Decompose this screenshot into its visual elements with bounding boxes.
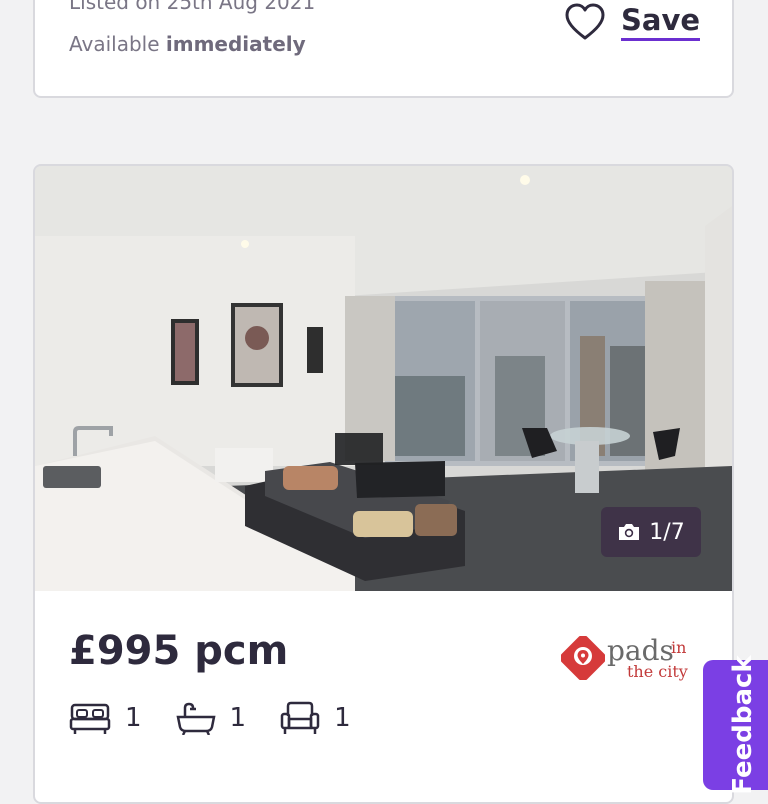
listing-photo[interactable]: 1/7 — [35, 166, 732, 591]
listing-card-previous[interactable]: Listed on 25th Aug 2021 Available immedi… — [33, 0, 734, 98]
availability-prefix: Available — [69, 32, 160, 56]
reception-count: 1 — [334, 703, 351, 733]
feedback-tab[interactable]: Feedback — [703, 655, 768, 795]
save-button[interactable]: Save — [563, 2, 701, 42]
logo-word-in: in — [671, 638, 687, 657]
bath-icon — [176, 702, 216, 735]
save-label: Save — [621, 4, 701, 41]
listing-card[interactable]: 1/7 £995 pcm pads in the city 1 1 1 — [33, 164, 734, 804]
feature-receptions: 1 — [280, 700, 351, 736]
map-pin-icon — [561, 636, 605, 680]
bed-icon — [69, 703, 111, 734]
listing-features: 1 1 1 — [69, 700, 385, 736]
photo-counter-text: 1/7 — [649, 519, 685, 545]
camera-icon — [619, 524, 640, 540]
bathroom-count: 1 — [229, 703, 247, 733]
bedroom-count: 1 — [125, 703, 142, 733]
feature-bedrooms: 1 — [69, 701, 142, 735]
feature-bathrooms: 1 — [176, 701, 247, 735]
availability-value: immediately — [165, 32, 306, 56]
armchair-icon — [280, 701, 320, 734]
heart-icon — [565, 3, 605, 40]
listed-date: Listed on 25th Aug 2021 — [69, 0, 316, 14]
feedback-label: Feedback — [728, 655, 758, 795]
availability: Available immediately — [69, 32, 306, 56]
agent-logo[interactable]: pads in the city — [557, 634, 697, 684]
logo-word-city: the city — [627, 662, 688, 681]
listing-price: £995 pcm — [69, 628, 289, 674]
photo-counter[interactable]: 1/7 — [601, 507, 701, 557]
